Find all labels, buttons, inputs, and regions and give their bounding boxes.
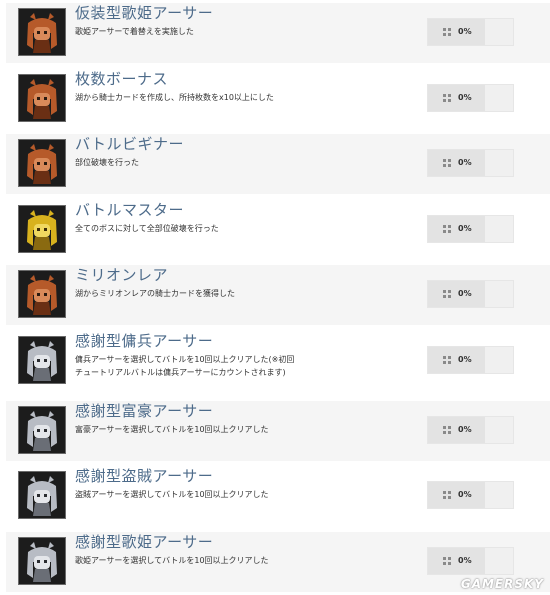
achievement-row: バトルマスター 全てのボスに対して全部位破壊を行った 0% <box>6 200 550 260</box>
watermark: GAMERSKY <box>460 577 544 591</box>
progress-percent: 0% <box>458 158 472 167</box>
achievement-row: 感謝型傭兵アーサー 傭兵アーサーを選択してバトルを10回以上クリアした(※初回チ… <box>6 331 550 391</box>
progress-indicator: 0% <box>427 547 514 575</box>
progress-percent: 0% <box>458 27 472 36</box>
silver-character-icon <box>18 336 66 384</box>
achievement-row: 仮装型歌姫アーサー 歌姫アーサーで着替えを実施した 0% <box>6 3 550 63</box>
progress-indicator: 0% <box>427 346 514 374</box>
progress-indicator: 0% <box>427 18 514 46</box>
bronze-character-icon <box>18 74 66 122</box>
achievement-description: 傭兵アーサーを選択してバトルを10回以上クリアした(※初回チュートリアルバトルは… <box>75 355 295 377</box>
gold-character-icon <box>18 205 66 253</box>
progress-percent: 0% <box>458 425 472 434</box>
grid-dots-icon <box>443 159 451 167</box>
achievement-description: 富豪アーサーを選択してバトルを10回以上クリアした <box>75 425 269 434</box>
bronze-character-icon <box>18 270 66 318</box>
achievement-description: 部位破壊を行った <box>75 158 139 167</box>
achievement-title: ミリオンレア <box>75 266 169 284</box>
silver-character-icon <box>18 406 66 454</box>
achievement-title: 枚数ボーナス <box>75 70 169 88</box>
progress-percent: 0% <box>458 224 472 233</box>
achievement-description: 湖からミリオンレアの騎士カードを獲得した <box>75 289 235 298</box>
progress-percent: 0% <box>458 355 472 364</box>
achievement-title: 感謝型傭兵アーサー <box>75 332 214 350</box>
bronze-character-icon <box>18 8 66 56</box>
achievement-row: バトルビギナー 部位破壊を行った 0% <box>6 134 550 194</box>
achievement-description: 歌姫アーサーを選択してバトルを10回以上クリアした <box>75 556 269 565</box>
progress-percent: 0% <box>458 556 472 565</box>
progress-percent: 0% <box>458 93 472 102</box>
achievement-row: 感謝型盗賊アーサー 盗賊アーサーを選択してバトルを10回以上クリアした 0% <box>6 466 550 526</box>
achievement-row: ミリオンレア 湖からミリオンレアの騎士カードを獲得した 0% <box>6 265 550 325</box>
achievement-description: 歌姫アーサーで着替えを実施した <box>75 27 194 36</box>
achievement-title: バトルマスター <box>75 201 184 219</box>
bronze-character-icon <box>18 139 66 187</box>
achievement-description: 湖から騎士カードを作成し、所持枚数をx10以上にした <box>75 93 274 102</box>
achievement-title: 感謝型歌姫アーサー <box>75 533 214 551</box>
grid-dots-icon <box>443 557 451 565</box>
grid-dots-icon <box>443 225 451 233</box>
progress-percent: 0% <box>458 289 472 298</box>
achievement-row: 感謝型富豪アーサー 富豪アーサーを選択してバトルを10回以上クリアした 0% <box>6 401 550 461</box>
progress-indicator: 0% <box>427 280 514 308</box>
achievement-title: バトルビギナー <box>75 135 184 153</box>
progress-indicator: 0% <box>427 481 514 509</box>
grid-dots-icon <box>443 491 451 499</box>
grid-dots-icon <box>443 28 451 36</box>
grid-dots-icon <box>443 426 451 434</box>
progress-percent: 0% <box>458 490 472 499</box>
achievement-title: 感謝型盗賊アーサー <box>75 467 214 485</box>
silver-character-icon <box>18 471 66 519</box>
achievement-row: 枚数ボーナス 湖から騎士カードを作成し、所持枚数をx10以上にした 0% <box>6 69 550 129</box>
grid-dots-icon <box>443 94 451 102</box>
progress-indicator: 0% <box>427 149 514 177</box>
achievement-description: 盗賊アーサーを選択してバトルを10回以上クリアした <box>75 490 269 499</box>
achievement-title: 感謝型富豪アーサー <box>75 402 214 420</box>
silver-character-icon <box>18 537 66 585</box>
achievement-title: 仮装型歌姫アーサー <box>75 4 214 22</box>
progress-indicator: 0% <box>427 84 514 112</box>
progress-indicator: 0% <box>427 416 514 444</box>
grid-dots-icon <box>443 356 451 364</box>
achievement-description: 全てのボスに対して全部位破壊を行った <box>75 224 219 233</box>
grid-dots-icon <box>443 290 451 298</box>
progress-indicator: 0% <box>427 215 514 243</box>
